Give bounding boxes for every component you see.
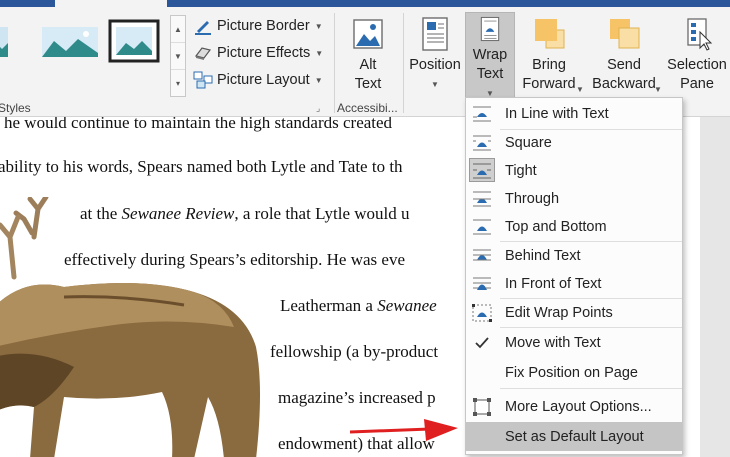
selection-pane-button[interactable]: Selection Pane — [664, 7, 730, 103]
position-button[interactable]: Position ▼ — [406, 7, 464, 103]
through-wrap-icon — [473, 191, 491, 207]
document-line: at the Sewanee Review, a role that Lytle… — [80, 204, 410, 223]
edit-wrap-points-icon — [472, 304, 492, 322]
tight-wrap-icon — [473, 163, 491, 179]
selection-pane-icon — [687, 18, 713, 51]
bring-forward-icon — [535, 19, 565, 49]
inline-with-text-icon — [473, 106, 491, 122]
menu-item-edit-wrap-points[interactable]: Edit Wrap Points — [466, 299, 682, 327]
wrap-text-icon — [480, 16, 500, 42]
position-icon — [422, 17, 448, 51]
active-tab-notch — [55, 0, 167, 7]
picture-styles-group: ▲ ▼ ▾ Picture Border ▼ Picture Effects ▼ — [0, 7, 335, 117]
send-backward-dropdown-icon[interactable]: ▼ — [654, 85, 662, 94]
gallery-scroll[interactable]: ▲ ▼ ▾ — [170, 15, 186, 97]
in-front-of-text-icon — [473, 277, 491, 290]
document-line: ability to his words, Spears named both … — [0, 157, 403, 176]
chevron-down-icon: ▼ — [314, 75, 323, 85]
gallery-more-icon[interactable]: ▾ — [171, 70, 185, 97]
wrap-text-button[interactable]: Wrap Text ▼ — [465, 12, 515, 104]
document-line: Leatherman a Sewanee — [280, 296, 437, 315]
gallery-down-icon[interactable]: ▼ — [171, 43, 185, 70]
send-backward-button[interactable]: Send Backward — [585, 7, 663, 103]
accessibility-group-label: Accessibi... — [337, 101, 398, 115]
menu-item-more-layout-options[interactable]: More Layout Options... — [466, 393, 682, 421]
menu-item-tight[interactable]: Tight — [466, 157, 682, 185]
picture-layout-button[interactable]: Picture Layout ▼ — [193, 69, 323, 91]
alt-text-icon — [353, 19, 383, 49]
menu-item-top-and-bottom[interactable]: Top and Bottom — [466, 213, 682, 241]
behind-text-icon — [473, 249, 491, 261]
top-and-bottom-icon — [473, 219, 491, 235]
picture-border-button[interactable]: Picture Border ▼ — [193, 15, 323, 37]
menu-item-through[interactable]: Through — [466, 185, 682, 213]
menu-item-behind-text[interactable]: Behind Text — [466, 242, 682, 270]
red-arrow-icon — [350, 419, 458, 441]
menu-separator — [500, 327, 682, 328]
gallery-up-icon[interactable]: ▲ — [171, 16, 185, 43]
alt-text-button[interactable]: Alt Text — [337, 7, 399, 103]
picture-layout-icon — [193, 71, 213, 89]
menu-separator — [500, 388, 682, 389]
title-bar — [0, 0, 730, 7]
document-line: magazine’s increased p — [278, 388, 436, 407]
picture-style-thumbnail-selected[interactable] — [108, 19, 168, 63]
menu-item-fix-position-on-page[interactable]: Fix Position on Page — [466, 359, 682, 387]
menu-item-move-with-text[interactable]: Move with Text — [466, 329, 682, 357]
chevron-down-icon: ▼ — [315, 48, 324, 58]
picture-effects-button[interactable]: Picture Effects ▼ — [193, 42, 323, 64]
menu-item-in-line-with-text[interactable]: In Line with Text — [466, 100, 682, 128]
bring-forward-button[interactable]: Bring Forward — [517, 7, 581, 103]
document-line: fellowship (a by-product — [270, 342, 439, 361]
elk-picture[interactable] — [0, 197, 274, 457]
document-line: effectively during Spears’s editorship. … — [64, 250, 406, 269]
chevron-down-icon: ▼ — [431, 80, 439, 89]
picture-styles-group-label: Styles — [0, 101, 31, 115]
document-margin — [700, 117, 730, 457]
picture-effects-icon — [194, 47, 212, 60]
square-wrap-icon — [473, 135, 491, 151]
picture-style-thumbnail[interactable] — [40, 19, 100, 63]
dialog-launcher-icon[interactable]: ⌟ — [316, 103, 320, 114]
checkmark-icon — [475, 337, 489, 349]
picture-border-icon — [195, 21, 211, 35]
accessibility-group: Alt Text Accessibi... — [335, 7, 405, 117]
menu-item-set-as-default-layout[interactable]: Set as Default Layout — [466, 422, 682, 451]
group-separator — [403, 13, 404, 113]
menu-item-square[interactable]: Square — [466, 129, 682, 157]
layout-options-icon — [473, 398, 491, 416]
chevron-down-icon: ▼ — [314, 21, 323, 31]
bring-forward-dropdown-icon[interactable]: ▼ — [576, 85, 584, 94]
send-backward-icon — [610, 19, 640, 49]
menu-item-in-front-of-text[interactable]: In Front of Text — [466, 270, 682, 298]
wrap-text-menu: In Line with Text Square Tight Through T — [465, 97, 683, 455]
document-line: he would continue to maintain the high s… — [4, 117, 393, 132]
